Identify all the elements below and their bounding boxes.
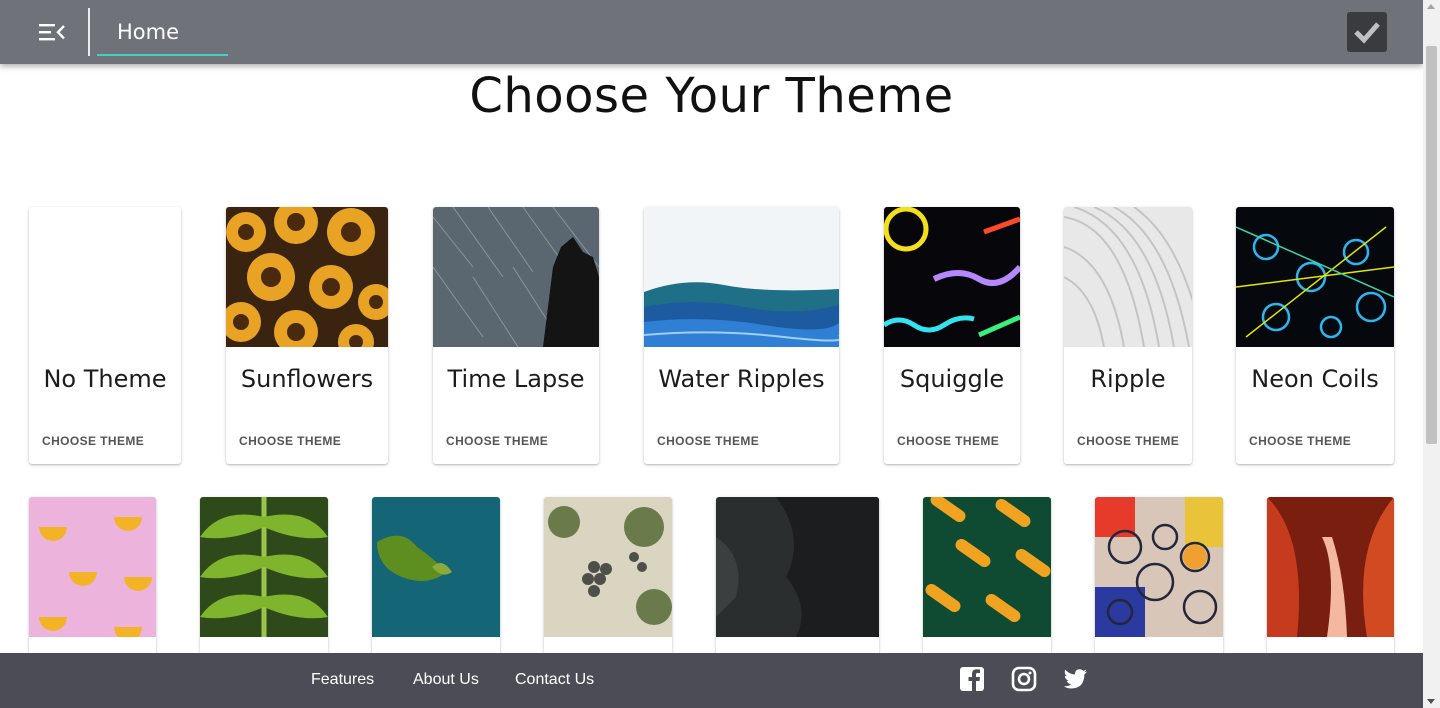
facebook-icon[interactable] — [959, 666, 985, 692]
theme-name: No Theme — [43, 365, 167, 393]
choose-theme-button[interactable]: CHOOSE THEME — [1249, 434, 1351, 448]
scroll-down-arrow-icon[interactable] — [1427, 699, 1435, 704]
corn-image — [923, 497, 1051, 637]
top-app-bar: Home — [0, 0, 1423, 64]
vertical-scrollbar[interactable] — [1423, 0, 1440, 708]
footer-link-contact-us[interactable]: Contact Us — [515, 671, 594, 689]
theme-name: Time Lapse — [447, 365, 585, 393]
sunflowers-image — [226, 207, 388, 347]
confirm-button[interactable] — [1347, 12, 1387, 52]
leaf-image — [200, 497, 328, 637]
footer-link-about-us[interactable]: About Us — [413, 671, 479, 689]
choose-theme-button[interactable]: CHOOSE THEME — [446, 434, 548, 448]
time-lapse-image — [433, 207, 599, 347]
tab-home[interactable]: Home — [97, 0, 228, 64]
water-ripples-image — [644, 207, 839, 347]
squiggle-image — [884, 207, 1020, 347]
choose-theme-button[interactable]: CHOOSE THEME — [1077, 434, 1179, 448]
instagram-icon[interactable] — [1011, 666, 1037, 692]
island-image — [372, 497, 500, 637]
theme-card-sunflowers: Sunflowers CHOOSE THEME — [226, 207, 388, 464]
theme-card-ripple: Ripple CHOOSE THEME — [1064, 207, 1192, 464]
choose-theme-button[interactable]: CHOOSE THEME — [42, 434, 144, 448]
check-icon — [1354, 22, 1380, 44]
theme-card-squiggle: Squiggle CHOOSE THEME — [884, 207, 1020, 464]
footer: Features About Us Contact Us — [0, 653, 1423, 708]
theme-name: Neon Coils — [1251, 365, 1379, 393]
tab-active-indicator — [97, 54, 228, 56]
dark-rock-image — [716, 497, 879, 637]
theme-card-no-theme: No Theme CHOOSE THEME — [29, 207, 181, 464]
theme-name: Ripple — [1090, 365, 1166, 393]
lemons-image — [29, 497, 156, 637]
twitter-icon[interactable] — [1062, 666, 1088, 692]
theme-name: Squiggle — [899, 365, 1005, 393]
footer-link-features[interactable]: Features — [311, 671, 374, 689]
grapes-image — [544, 497, 672, 637]
choose-theme-button[interactable]: CHOOSE THEME — [897, 434, 999, 448]
page-title: Choose Your Theme — [469, 68, 954, 124]
scroll-thumb[interactable] — [1426, 46, 1437, 444]
scroll-up-arrow-icon[interactable] — [1427, 4, 1435, 9]
theme-card-time-lapse: Time Lapse CHOOSE THEME — [433, 207, 599, 464]
theme-name: Water Ripples — [658, 365, 825, 393]
canyon-image — [1267, 497, 1394, 637]
theme-card-neon-coils: Neon Coils CHOOSE THEME — [1236, 207, 1394, 464]
appbar-divider — [88, 8, 90, 56]
choose-theme-button[interactable]: CHOOSE THEME — [657, 434, 759, 448]
ripple-image — [1064, 207, 1192, 347]
choose-theme-button[interactable]: CHOOSE THEME — [239, 434, 341, 448]
theme-name: Sunflowers — [240, 365, 374, 393]
theme-card-water-ripples: Water Ripples CHOOSE THEME — [644, 207, 839, 464]
menu-collapse-icon[interactable] — [38, 22, 66, 42]
oil-bubbles-image — [1095, 497, 1223, 637]
neon-coils-image — [1236, 207, 1394, 347]
